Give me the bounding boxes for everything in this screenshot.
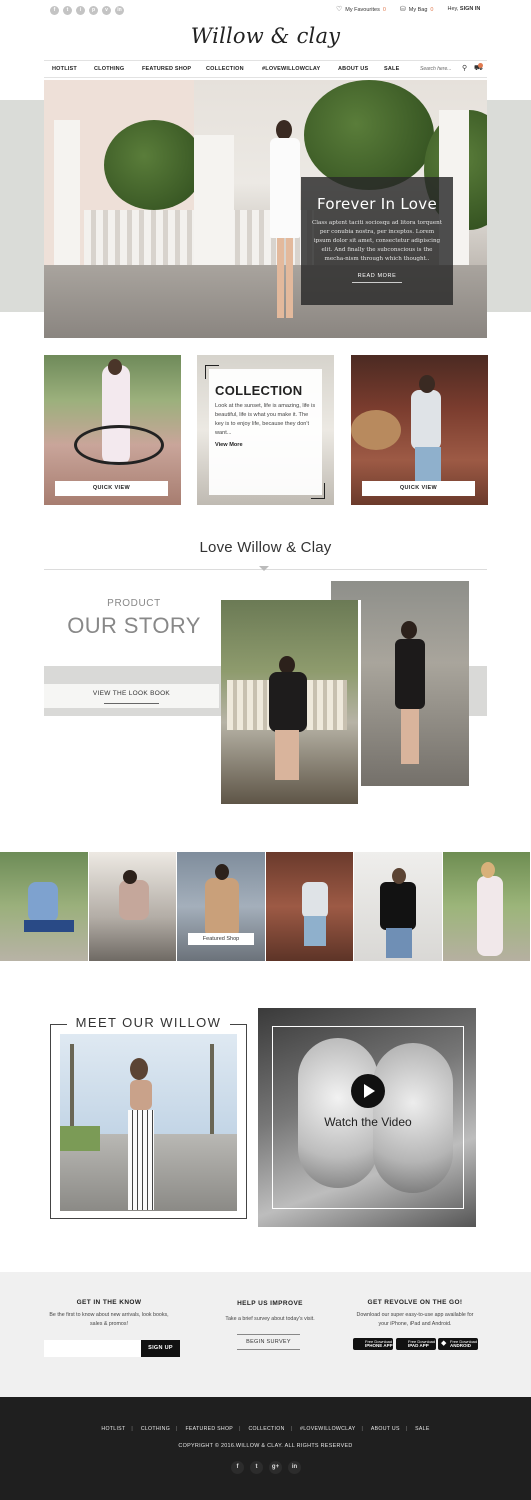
email-field[interactable] [44, 1340, 141, 1357]
story-kicker: PRODUCT [107, 598, 161, 609]
favourites-link[interactable]: ♡ My Favourites 0 [336, 5, 386, 13]
search-input[interactable]: Search here... [420, 66, 451, 72]
linkedin-icon[interactable]: in [115, 6, 124, 15]
hero-text: Class aptent taciti sociosqu ad litora t… [311, 220, 442, 262]
nav-clothing[interactable]: CLOTHING [94, 66, 124, 72]
collection-tile[interactable]: COLLECTION Look at the sunset, life is a… [197, 355, 334, 505]
cart-icon[interactable]: ⛟ [474, 63, 483, 73]
iphone-app-button[interactable]: Free Download IPHONE APP [353, 1338, 393, 1350]
quick-view-button[interactable]: QUICK VIEW [362, 481, 475, 496]
signin-area: Hey, SIGN IN [447, 6, 481, 12]
account-links: ♡ My Favourites 0 ⛁ My Bag 0 Hey, SIGN IN [336, 5, 480, 13]
android-icon: ◆ [441, 1340, 447, 1347]
meet-photo[interactable] [60, 1034, 237, 1211]
nav-featured-shop[interactable]: FEATURED SHOP [142, 66, 191, 72]
corner-bracket [311, 483, 325, 499]
footer-link-about-us[interactable]: ABOUT US [371, 1426, 400, 1432]
hero-title: Forever In Love [317, 195, 437, 213]
nav-collection[interactable]: COLLECTION [206, 66, 244, 72]
cart-badge [478, 63, 483, 68]
look-book-button[interactable]: VIEW THE LOOK BOOK [44, 684, 219, 708]
product-tile-1[interactable]: QUICK VIEW [44, 355, 181, 505]
footer-link-featured-shop[interactable]: FEATURED SHOP [185, 1426, 233, 1432]
product-tile-2[interactable]: QUICK VIEW [351, 355, 488, 505]
social-icons-top: f t i p v in [50, 6, 124, 15]
quick-view-button[interactable]: QUICK VIEW [55, 481, 168, 496]
story-title: OUR STORY [67, 613, 201, 638]
strip-photo[interactable] [88, 852, 177, 961]
vimeo-icon[interactable]: v [102, 6, 111, 15]
google-plus-icon[interactable]: g+ [269, 1461, 282, 1474]
bag-count: 0 [430, 7, 434, 13]
bag-icon: ⛁ [399, 6, 406, 13]
divider-arrow [259, 566, 269, 571]
twitter-icon[interactable]: t [63, 6, 72, 15]
newsletter-title: GET IN THE KNOW [76, 1299, 142, 1306]
survey-text: Take a brief survey about today's visit. [225, 1316, 315, 1322]
copyright: COPYRIGHT © 2016.WILLOW & CLAY. ALL RIGH… [178, 1443, 353, 1449]
footer-social: f t g+ in [231, 1461, 301, 1474]
favourites-count: 0 [382, 7, 386, 13]
strip-photo[interactable] [442, 852, 531, 961]
survey-title: HELP US IMPROVE [237, 1300, 303, 1307]
nav-hotlist[interactable]: HOTLIST [52, 66, 77, 72]
newsletter-text: Be the first to know about new arrivals,… [49, 1312, 169, 1327]
hero-banner: Forever In Love Class aptent taciti soci… [44, 80, 487, 338]
strip-photo[interactable] [354, 852, 443, 961]
bag-link[interactable]: ⛁ My Bag 0 [400, 5, 434, 13]
search-icon[interactable]: ⚲ [462, 64, 467, 72]
watch-video-label[interactable]: Watch the Video [290, 1115, 446, 1129]
signin-link[interactable]: SIGN IN [460, 6, 480, 12]
instagram-icon[interactable]: i [76, 6, 85, 15]
read-more-button[interactable]: READ MORE [351, 273, 403, 283]
story-photo-1 [221, 600, 361, 804]
facebook-icon[interactable]: f [50, 6, 59, 15]
play-icon[interactable] [351, 1074, 385, 1108]
app-title: GET REVOLVE ON THE GO! [367, 1299, 463, 1306]
brand-logo[interactable]: Willow & clay [0, 24, 531, 48]
signup-button[interactable]: SIGN UP [141, 1340, 180, 1357]
collection-card: COLLECTION Look at the sunset, life is a… [209, 369, 322, 495]
section-heading: Love Willow & Clay [199, 539, 332, 556]
strip-photo[interactable] [0, 852, 89, 961]
nav-sale[interactable]: SALE [384, 66, 399, 72]
ipad-app-button[interactable]: Free Download IPAD APP [396, 1338, 436, 1350]
footer-link-lovewillowclay[interactable]: #LOVEWILLOWCLAY [300, 1426, 355, 1432]
main-nav: HOTLIST CLOTHING FEATURED SHOP COLLECTIO… [44, 60, 487, 78]
corner-bracket [205, 365, 219, 379]
linkedin-icon[interactable]: in [288, 1461, 301, 1474]
footer-link-clothing[interactable]: CLOTHING [141, 1426, 170, 1432]
featured-shop-label[interactable]: Featured Shop [188, 933, 254, 945]
begin-survey-button[interactable]: BEGIN SURVEY [237, 1334, 300, 1350]
android-app-button[interactable]: ◆ Free Download ANDROID [438, 1338, 478, 1350]
instagram-strip [0, 852, 531, 961]
footer-link-sale[interactable]: SALE [415, 1426, 429, 1432]
nav-lovewillowclay[interactable]: #LOVEWILLOWCLAY [262, 66, 320, 72]
heart-icon: ♡ [336, 6, 343, 13]
footer-link-hotlist[interactable]: HOTLIST [101, 1426, 125, 1432]
view-more-link[interactable]: View More [215, 442, 316, 448]
hero-model [266, 120, 304, 320]
footer-links: HOTLIST | CLOTHING | FEATURED SHOP | COLLEC… [101, 1426, 430, 1432]
collection-text: Look at the sunset, life is amazing, lif… [215, 403, 316, 436]
collection-title: COLLECTION [215, 383, 303, 398]
pinterest-icon[interactable]: p [89, 6, 98, 15]
footer-link-collection[interactable]: COLLECTION [248, 1426, 284, 1432]
strip-photo[interactable] [265, 852, 354, 961]
facebook-icon[interactable]: f [231, 1461, 244, 1474]
meet-title: MEET OUR WILLOW [67, 1015, 230, 1031]
nav-about-us[interactable]: ABOUT US [338, 66, 368, 72]
hero-card: Forever In Love Class aptent taciti soci… [301, 177, 453, 305]
app-text: Download our super easy-to-use app avail… [356, 1312, 474, 1327]
twitter-icon[interactable]: t [250, 1461, 263, 1474]
